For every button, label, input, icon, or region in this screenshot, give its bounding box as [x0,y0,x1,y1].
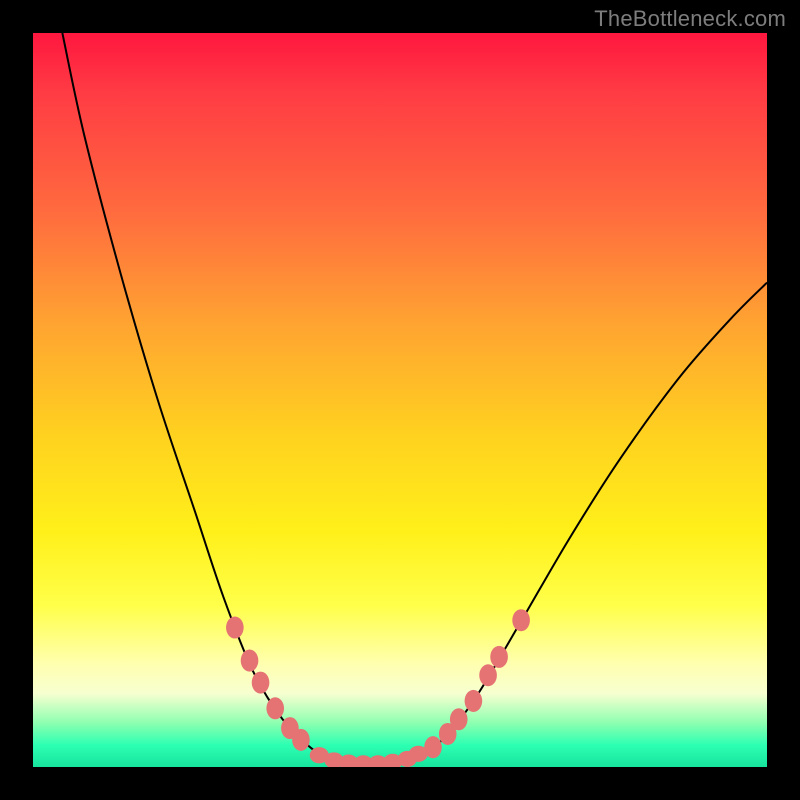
data-marker [465,690,483,712]
data-marker [409,746,428,762]
data-marker [266,697,284,719]
data-markers [226,609,530,767]
data-marker [252,672,270,694]
bottleneck-curve [62,33,767,765]
watermark-text: TheBottleneck.com [594,6,786,32]
data-marker [479,664,497,686]
curve-svg [33,33,767,767]
data-marker [292,729,310,751]
data-marker [450,708,468,730]
plot-area [33,33,767,767]
chart-frame: TheBottleneck.com [0,0,800,800]
data-marker [490,646,508,668]
data-marker [512,609,530,631]
data-marker [226,617,244,639]
data-marker [241,650,259,672]
